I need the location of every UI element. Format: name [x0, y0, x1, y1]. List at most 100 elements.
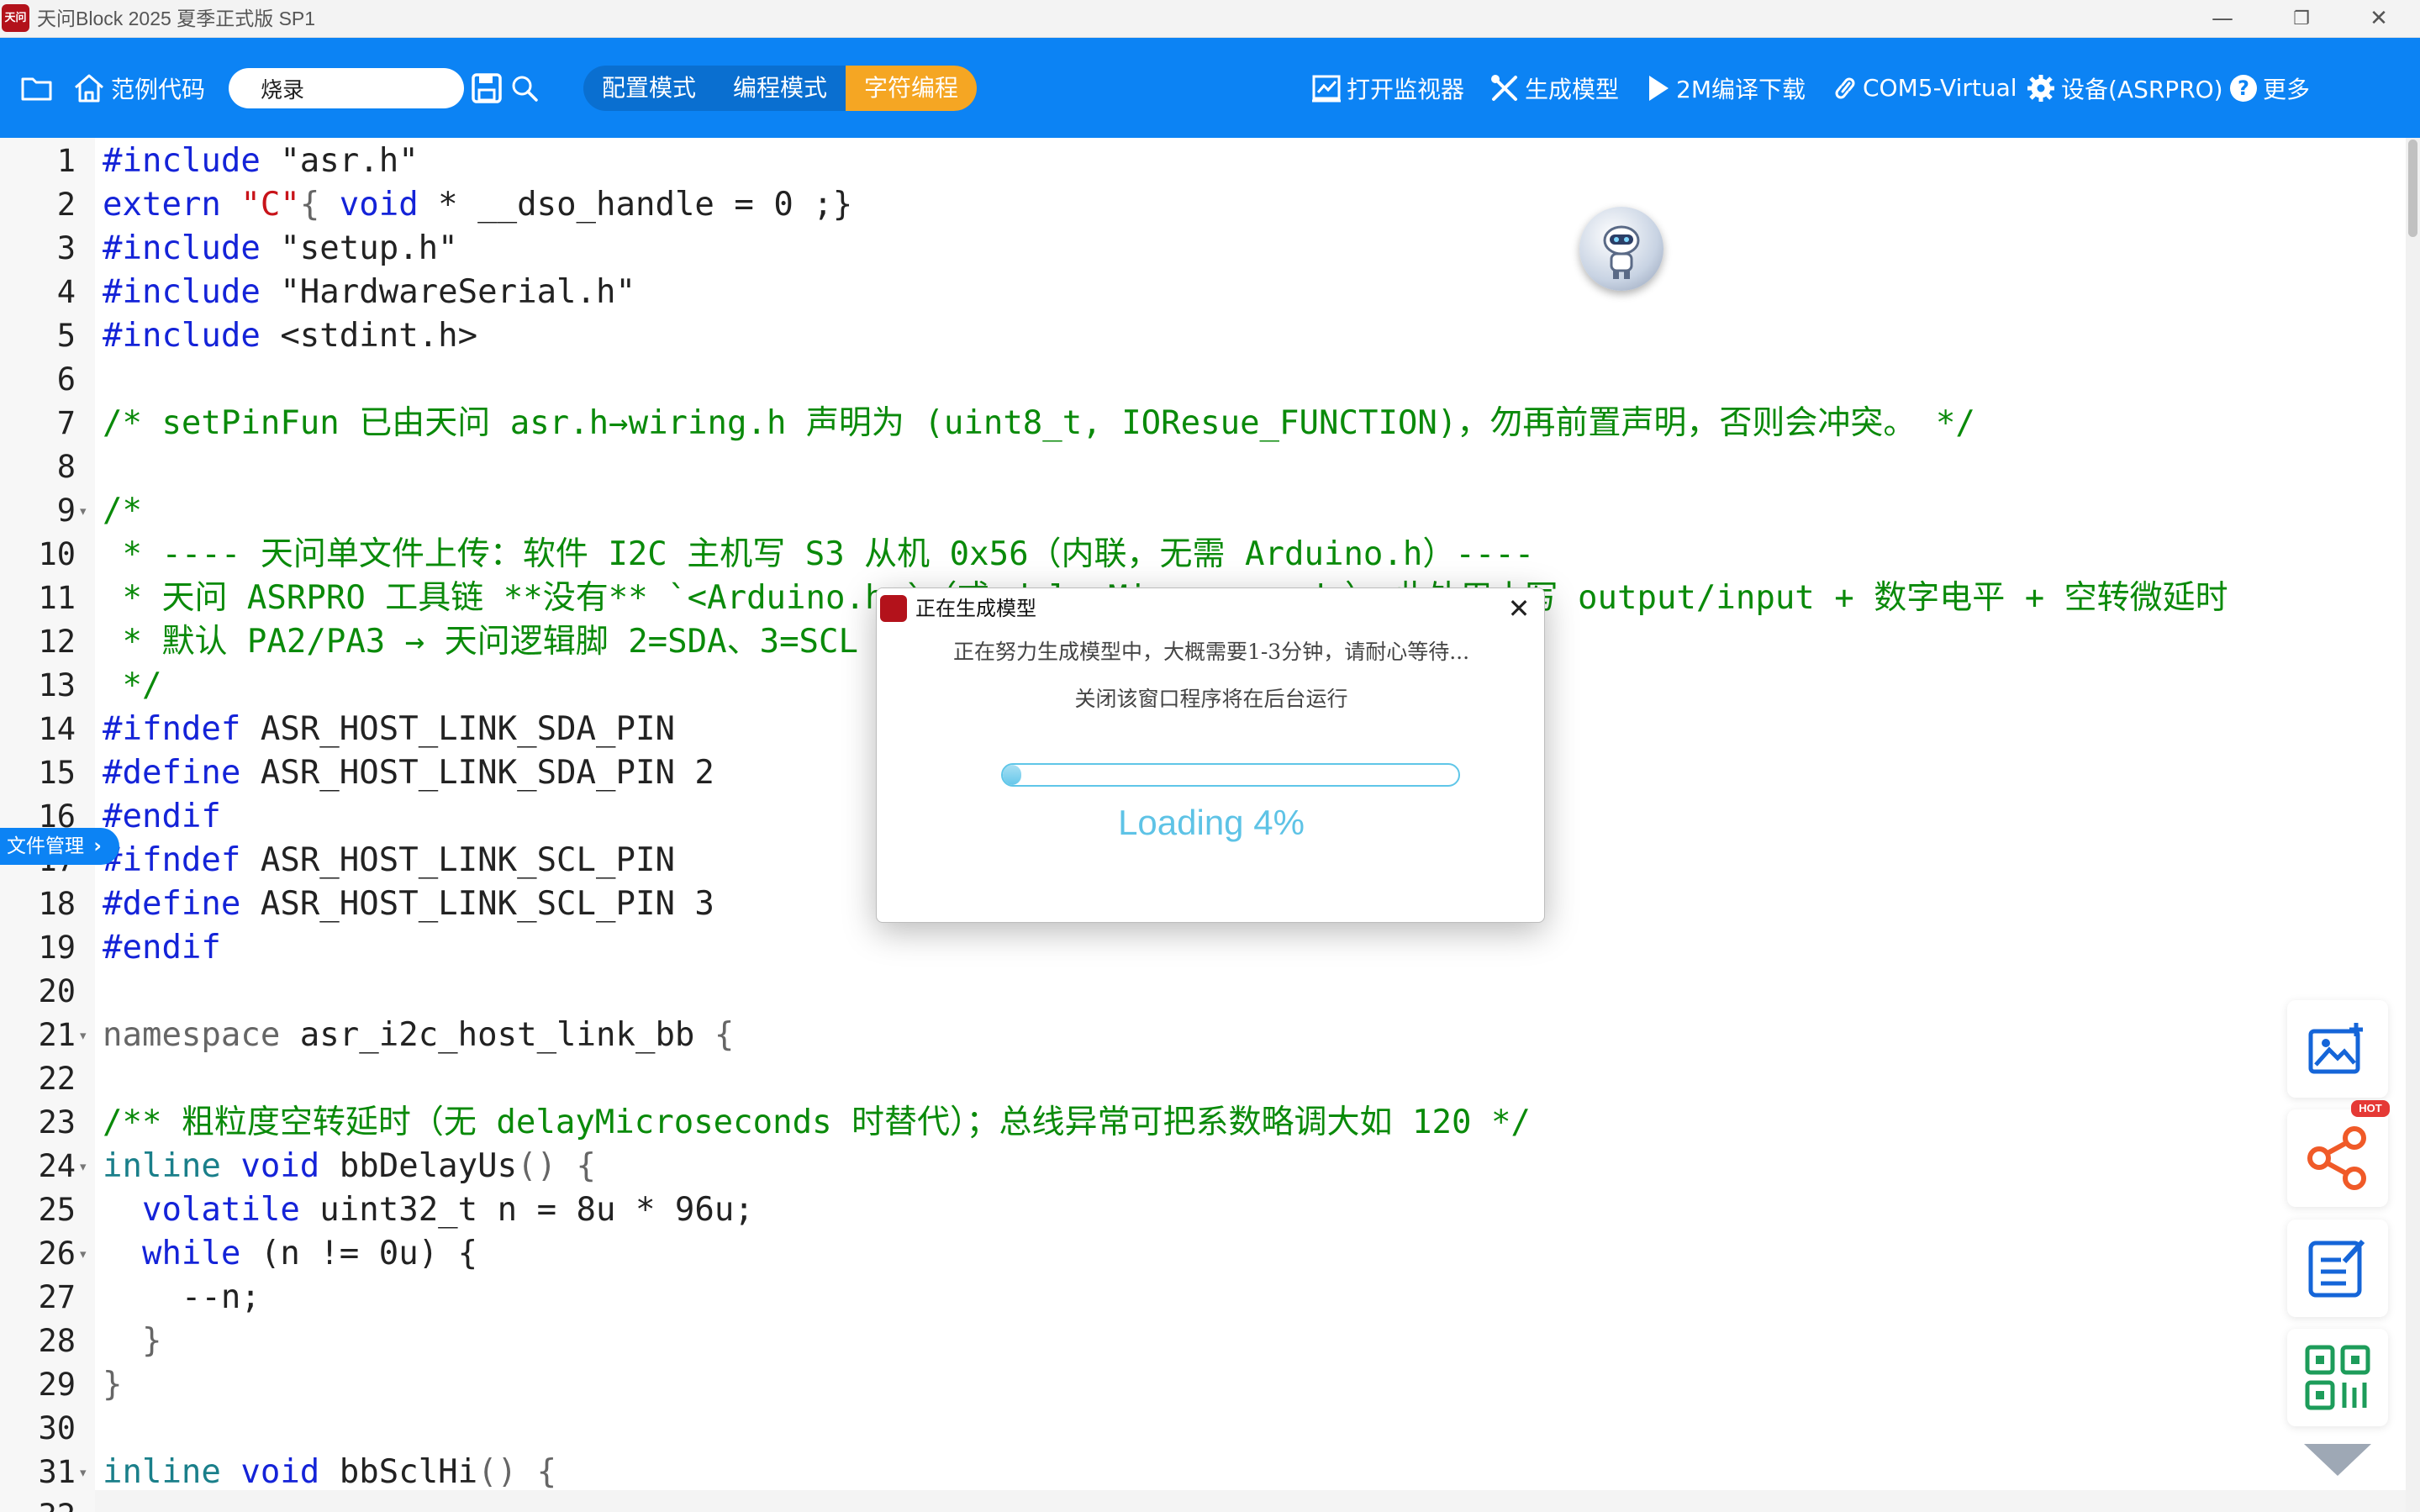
device-settings-button[interactable]: 设备(ASRPRO) — [2026, 38, 2223, 138]
line-number: 4 — [56, 274, 76, 310]
open-monitor-label: 打开监视器 — [1347, 75, 1465, 103]
compile-download-label: 2M编译下载 — [1676, 75, 1806, 103]
line-number-gutter: 1 2 3 4 5 6 7 8 9 10 11 12 13 14 15 16 1… — [0, 138, 95, 1512]
progress-bar — [1001, 763, 1460, 787]
line-number: 8 — [56, 449, 76, 485]
code-token: <stdint.h> — [260, 317, 478, 355]
code-line: #endif — [103, 795, 221, 839]
serial-port-label: COM5-Virtual — [1863, 74, 2017, 102]
code-line: --n; — [103, 1278, 261, 1316]
line-number: 31 — [38, 1454, 76, 1490]
line-number: 7 — [56, 405, 76, 441]
code-line: namespace asr_i2c_host_link_bb { — [103, 1014, 734, 1057]
code-token: void — [339, 186, 419, 224]
code-token: #include — [103, 142, 261, 180]
open-monitor-button[interactable]: 打开监视器 — [1311, 38, 1464, 138]
line-number: 26 — [38, 1235, 76, 1272]
fold-toggle-icon[interactable]: ▾ — [80, 1451, 92, 1494]
fold-toggle-icon[interactable]: ▾ — [80, 489, 92, 533]
more-button[interactable]: ? 更多 — [2229, 38, 2310, 138]
tab-program-mode[interactable]: 编程模式 — [714, 66, 846, 111]
code-comment: /* — [103, 492, 142, 529]
code-line: inline void bbDelayUs() { — [103, 1145, 596, 1188]
file-name-field[interactable] — [229, 68, 464, 108]
close-window-button[interactable]: ✕ — [2345, 0, 2412, 38]
qr-code-button[interactable] — [2287, 1329, 2388, 1426]
chart-monitor-icon — [1312, 75, 1341, 102]
hot-badge: HOT — [2351, 1100, 2390, 1117]
dialog-message: 正在努力生成模型中，大概需要1-3分钟，请耐心等待... — [952, 640, 1470, 664]
code-token: ASR_HOST_LINK_SCL_PIN 3 — [240, 885, 714, 923]
scrollbar-thumb[interactable] — [2408, 140, 2417, 237]
line-number: 22 — [38, 1061, 76, 1097]
code-line: #define ASR_HOST_LINK_SCL_PIN 3 — [103, 882, 714, 926]
tab-config-mode[interactable]: 配置模式 — [583, 66, 714, 111]
folder-icon — [21, 77, 52, 100]
code-token: ASR_HOST_LINK_SDA_PIN — [240, 710, 675, 748]
app-logo: 天问 — [2, 4, 29, 32]
code-comment: * ---- 天问单文件上传：软件 I2C 主机写 S3 从机 0x56（内联，… — [103, 535, 1535, 573]
line-number: 19 — [38, 930, 76, 966]
robot-assistant-icon[interactable] — [1579, 207, 1663, 291]
code-token: bbDelayUs — [319, 1147, 518, 1185]
code-line: } — [103, 1322, 162, 1360]
open-folder-button[interactable] — [20, 38, 54, 138]
tab-text-program-mode[interactable]: 字符编程 — [846, 66, 978, 111]
code-token: #ifndef — [103, 841, 241, 879]
edit-note-icon — [2308, 1239, 2365, 1298]
restore-button[interactable]: ❐ — [2268, 0, 2335, 38]
fold-toggle-icon[interactable]: ▾ — [80, 1232, 92, 1276]
compile-download-button[interactable]: 2M编译下载 — [1646, 38, 1806, 138]
fold-toggle-icon[interactable]: ▾ — [80, 1145, 92, 1188]
image-add-icon — [2308, 1023, 2363, 1074]
chevron-right-icon: › — [93, 835, 102, 857]
mode-switcher: 配置模式 编程模式 字符编程 — [583, 66, 978, 111]
code-token: void — [220, 1147, 320, 1185]
window-titlebar: 天问 天问Block 2025 夏季正式版 SP1 — ❐ ✕ — [0, 0, 2420, 38]
code-token: #include — [103, 317, 261, 355]
code-token: ASR_HOST_LINK_SCL_PIN — [240, 841, 675, 879]
edit-note-button[interactable] — [2287, 1220, 2388, 1317]
file-name-input[interactable] — [261, 68, 454, 108]
code-line: #ifndef ASR_HOST_LINK_SDA_PIN — [103, 708, 675, 751]
code-line: #include "HardwareSerial.h" — [103, 271, 635, 314]
dialog-background-note: 关闭该窗口程序将在后台运行 — [1074, 687, 1348, 711]
vertical-scrollbar[interactable] — [2406, 138, 2420, 1512]
code-line: while (n != 0u) { — [103, 1232, 477, 1276]
examples-label: 范例代码 — [111, 75, 206, 103]
line-number: 12 — [38, 624, 76, 660]
examples-button[interactable]: 范例代码 — [72, 38, 205, 138]
share-button[interactable] — [2287, 1109, 2388, 1207]
code-token: "HardwareSerial.h" — [260, 273, 635, 311]
code-token: void — [220, 1453, 320, 1491]
line-number: 23 — [38, 1104, 76, 1141]
line-number: 15 — [38, 755, 76, 791]
code-token: "asr.h" — [260, 142, 419, 180]
minimize-button[interactable]: — — [2189, 0, 2256, 38]
code-token: asr_i2c_host_link_bb — [280, 1016, 714, 1054]
dialog-close-button[interactable]: ✕ — [1500, 590, 1537, 627]
play-icon — [1649, 75, 1669, 101]
line-number: 25 — [38, 1192, 76, 1228]
code-token: () { — [517, 1147, 597, 1185]
collapse-arrow-icon[interactable] — [2304, 1444, 2371, 1476]
code-token: #include — [103, 273, 261, 311]
image-add-button[interactable] — [2287, 1000, 2388, 1098]
code-token: (n != 0u) { — [240, 1235, 478, 1272]
tools-icon — [1491, 74, 1517, 101]
code-token: #include — [103, 229, 261, 267]
line-number: 20 — [38, 973, 76, 1009]
file-manager-tab[interactable]: 文件管理 › — [0, 828, 119, 865]
code-token: { — [714, 1016, 735, 1054]
serial-port-button[interactable]: COM5-Virtual — [1832, 38, 2017, 138]
fold-toggle-icon[interactable]: ▾ — [80, 1014, 92, 1057]
horizontal-scrollbar[interactable] — [95, 1490, 2406, 1512]
line-number: 13 — [38, 667, 76, 703]
save-button[interactable] — [471, 38, 503, 138]
code-line: #endif — [103, 926, 221, 970]
code-line: volatile uint32_t n = 8u * 96u; — [103, 1188, 754, 1232]
line-number: 18 — [38, 886, 76, 922]
generate-model-button[interactable]: 生成模型 — [1489, 38, 1619, 138]
code-token: volatile — [103, 1191, 300, 1229]
search-button[interactable] — [509, 38, 540, 138]
